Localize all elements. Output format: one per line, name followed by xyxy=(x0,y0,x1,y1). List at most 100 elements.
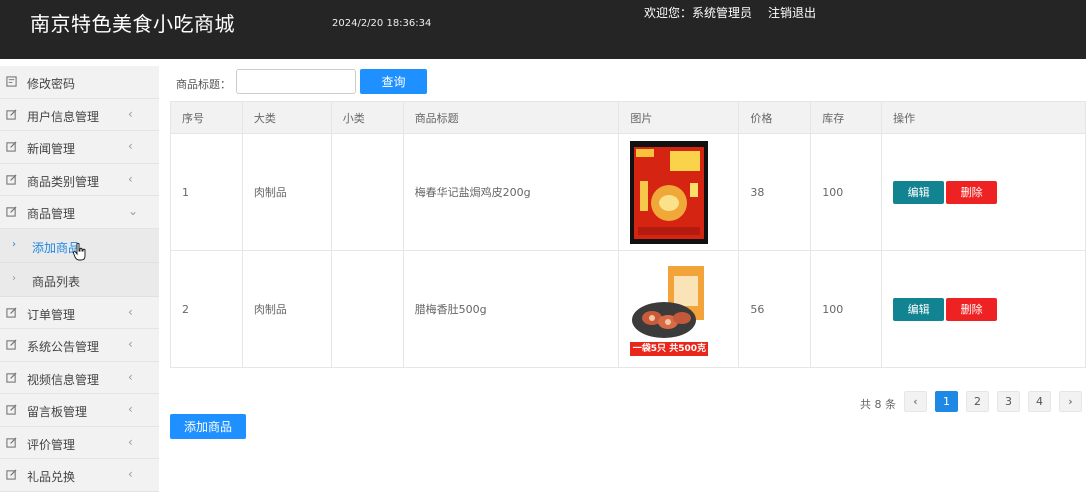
sidebar-item-label: 视频信息管理 xyxy=(27,372,100,387)
sidebar-item-product-category[interactable]: 商品类别管理 ‹ xyxy=(0,164,159,196)
cell-subcategory xyxy=(330,133,404,251)
chevron-right-icon: › xyxy=(12,272,16,284)
total-count: 共 8 条 xyxy=(860,398,896,411)
hand-cursor-icon xyxy=(73,243,86,261)
chevron-left-icon: ‹ xyxy=(128,304,133,319)
page-button-1[interactable]: 1 xyxy=(935,391,958,412)
edit-icon xyxy=(6,173,17,185)
sidebar-item-label: 系统公告管理 xyxy=(27,340,100,354)
chevron-left-icon: ‹ xyxy=(128,337,133,351)
cell-actions: 编辑 删除 xyxy=(881,250,1086,368)
page-button-3[interactable]: 3 xyxy=(997,391,1020,412)
edit-icon xyxy=(6,371,17,383)
next-page-button[interactable]: › xyxy=(1059,391,1082,412)
cell-price: 56 xyxy=(738,250,812,368)
sidebar-item-label: 订单管理 xyxy=(27,307,76,322)
sidebar-item-label: 留言板管理 xyxy=(27,405,88,419)
site-title: 南京特色美食小吃商城 xyxy=(30,12,235,36)
cell-subcategory xyxy=(330,250,404,368)
product-image-graphic xyxy=(630,261,709,346)
edit-icon xyxy=(6,436,17,448)
prev-page-button[interactable]: ‹ xyxy=(904,391,927,412)
sidebar-item-label: 新闻管理 xyxy=(27,142,76,156)
sidebar-item-videos[interactable]: 视频信息管理 ‹ xyxy=(0,362,159,394)
logout-link[interactable]: 注销退出 xyxy=(768,4,816,21)
top-header: 南京特色美食小吃商城 2024/2/20 18:36:34 欢迎您：系统管理员 … xyxy=(0,0,1086,59)
chevron-left-icon: ‹ xyxy=(128,171,133,186)
page-button-2[interactable]: 2 xyxy=(966,391,989,412)
image-caption: 一袋5只 共500克 xyxy=(630,341,709,356)
cell-image xyxy=(618,133,740,251)
sidebar-subitem-label: 商品列表 xyxy=(32,274,81,289)
product-table: 序号 大类 小类 商品标题 图片 价格 库存 操作 1 肉制品 梅春华记盐焗鸡皮… xyxy=(170,101,1086,368)
doc-icon xyxy=(6,76,17,87)
page-button-4[interactable]: 4 xyxy=(1028,391,1051,412)
delete-button[interactable]: 删除 xyxy=(946,180,998,204)
edit-icon xyxy=(6,404,17,415)
table-row: 1 肉制品 梅春华记盐焗鸡皮200g 38 100 编辑 删除 xyxy=(170,133,1086,251)
sidebar-item-reviews[interactable]: 评价管理 ‹ xyxy=(0,427,159,459)
chevron-left-icon: ‹ xyxy=(128,106,133,121)
sidebar: 修改密码 用户信息管理 ‹ 新闻管理 ‹ 商品类别管理 ‹ 商品管理 ⌄ › 添… xyxy=(0,66,159,492)
column-header-category: 大类 xyxy=(241,101,332,134)
chevron-left-icon: ‹ xyxy=(128,139,133,153)
cell-no: 1 xyxy=(170,133,243,251)
cell-title: 梅春华记盐焗鸡皮200g xyxy=(402,133,620,251)
table-header-row: 序号 大类 小类 商品标题 图片 价格 库存 操作 xyxy=(170,101,1086,134)
sidebar-item-gift-exchange[interactable]: 礼品兑换 ‹ xyxy=(0,459,159,492)
sidebar-item-label: 用户信息管理 xyxy=(27,109,100,124)
add-product-button[interactable]: 添加商品 xyxy=(170,414,246,439)
column-header-subcategory: 小类 xyxy=(330,101,404,134)
delete-button[interactable]: 删除 xyxy=(946,297,998,321)
chevron-left-icon: ‹ xyxy=(128,402,133,416)
edit-icon xyxy=(6,339,17,350)
welcome-text: 欢迎您：系统管理员 xyxy=(644,6,753,20)
sidebar-item-label: 商品类别管理 xyxy=(27,174,100,189)
sidebar-item-product-management[interactable]: 商品管理 ⌄ xyxy=(0,196,159,229)
edit-button[interactable]: 编辑 xyxy=(893,180,945,204)
cell-category: 肉制品 xyxy=(241,250,332,368)
cell-no: 2 xyxy=(170,250,243,368)
column-header-title: 商品标题 xyxy=(402,101,620,134)
chevron-right-icon: › xyxy=(12,238,16,250)
cell-category: 肉制品 xyxy=(241,133,332,251)
sidebar-item-label: 商品管理 xyxy=(27,207,76,221)
product-image xyxy=(630,140,709,244)
sidebar-subitem-product-list[interactable]: › 商品列表 xyxy=(0,262,159,297)
column-header-price: 价格 xyxy=(738,101,812,134)
sidebar-item-user-info[interactable]: 用户信息管理 ‹ xyxy=(0,99,159,131)
column-header-no: 序号 xyxy=(170,101,243,134)
edit-icon xyxy=(6,306,17,318)
column-header-image: 图片 xyxy=(618,101,740,134)
chevron-down-icon: ⌄ xyxy=(128,204,139,218)
sidebar-item-label: 评价管理 xyxy=(27,437,76,452)
cell-image: 一袋5只 共500克 xyxy=(618,250,740,368)
cell-price: 38 xyxy=(738,133,812,251)
product-image: 一袋5只 共500克 xyxy=(630,261,709,357)
column-header-actions: 操作 xyxy=(881,101,1086,134)
chevron-left-icon: ‹ xyxy=(128,369,133,384)
sidebar-item-announcements[interactable]: 系统公告管理 ‹ xyxy=(0,329,159,362)
cell-title: 腊梅香肚500g xyxy=(402,250,620,368)
table-row: 2 肉制品 腊梅香肚500g 一袋5只 共500克 56 100 编辑 删除 xyxy=(170,250,1086,368)
edit-button[interactable]: 编辑 xyxy=(893,297,945,321)
search-label: 商品标题： xyxy=(176,78,231,91)
sidebar-item-orders[interactable]: 订单管理 ‹ xyxy=(0,297,159,329)
sidebar-item-label: 礼品兑换 xyxy=(27,470,76,484)
column-header-stock: 库存 xyxy=(810,101,883,134)
edit-icon xyxy=(6,206,17,217)
sidebar-item-news[interactable]: 新闻管理 ‹ xyxy=(0,131,159,164)
chevron-left-icon: ‹ xyxy=(128,434,133,449)
sidebar-item-label: 修改密码 xyxy=(27,77,76,91)
cell-stock: 100 xyxy=(810,133,883,251)
sidebar-item-change-password[interactable]: 修改密码 xyxy=(0,66,159,99)
edit-icon xyxy=(6,469,17,480)
product-title-search-input[interactable] xyxy=(236,69,356,94)
current-datetime: 2024/2/20 18:36:34 xyxy=(332,18,432,29)
cell-stock: 100 xyxy=(810,250,883,368)
sidebar-item-message-board[interactable]: 留言板管理 ‹ xyxy=(0,394,159,427)
cell-actions: 编辑 删除 xyxy=(881,133,1086,251)
search-button[interactable]: 查询 xyxy=(360,69,427,94)
edit-icon xyxy=(6,108,17,120)
chevron-left-icon: ‹ xyxy=(128,467,133,481)
